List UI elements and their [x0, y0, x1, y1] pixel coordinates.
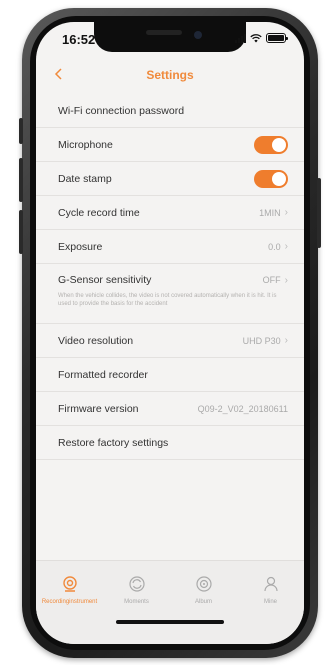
cycle-record-value-group: 1MIN › — [259, 207, 288, 218]
tab-bar: Recordinginstrument Moments Album Mine — [36, 560, 304, 644]
g-sensor-value: OFF — [262, 275, 281, 285]
camera-icon — [62, 576, 77, 592]
status-icons — [235, 33, 288, 43]
microphone-row: Microphone — [36, 128, 304, 162]
wifi-icon — [250, 34, 262, 43]
home-indicator[interactable] — [116, 620, 224, 624]
tab-recording-instrument[interactable]: Recordinginstrument — [39, 575, 101, 605]
restore-label: Restore factory settings — [58, 436, 169, 449]
tab-mine[interactable]: Mine — [240, 575, 302, 605]
volume-up-button — [19, 158, 23, 202]
tabs: Recordinginstrument Moments Album Mine — [36, 561, 304, 605]
exposure-value: 0.0 — [268, 241, 281, 252]
cycle-record-row[interactable]: Cycle record time 1MIN › — [36, 196, 304, 230]
nav-bar: Settings — [36, 62, 304, 90]
date-stamp-label: Date stamp — [58, 172, 112, 185]
firmware-label: Firmware version — [58, 402, 139, 415]
video-resolution-value-group: UHD P30 › — [243, 335, 288, 346]
g-sensor-top: G-Sensor sensitivity OFF › — [58, 274, 288, 286]
phone-screen: 16:52 Settings Wi-Fi connection password… — [36, 22, 304, 644]
wifi-password-row[interactable]: Wi-Fi connection password — [36, 94, 304, 128]
formatted-recorder-row[interactable]: Formatted recorder — [36, 358, 304, 392]
tab-label: Recordinginstrument — [41, 599, 98, 605]
g-sensor-value-group: OFF › — [263, 275, 288, 286]
restore-row[interactable]: Restore factory settings — [36, 426, 304, 460]
phone-frame: 16:52 Settings Wi-Fi connection password… — [19, 8, 321, 658]
formatted-recorder-label: Formatted recorder — [58, 368, 148, 381]
volume-down-button — [19, 210, 23, 254]
status-time: 16:52 — [62, 32, 96, 47]
chevron-right-icon: › — [284, 274, 288, 286]
exposure-value-group: 0.0 › — [268, 241, 288, 252]
firmware-row: Firmware version Q09-2_V02_20180611 — [36, 392, 304, 426]
chevron-right-icon: › — [284, 207, 288, 218]
chevron-right-icon: › — [284, 241, 288, 252]
microphone-label: Microphone — [58, 138, 113, 151]
g-sensor-label: G-Sensor sensitivity — [58, 274, 152, 286]
person-icon — [263, 576, 278, 592]
tab-moments[interactable]: Moments — [106, 575, 168, 605]
front-camera — [194, 31, 202, 39]
notch — [94, 22, 246, 52]
firmware-value: Q09-2_V02_20180611 — [197, 403, 288, 414]
tab-label: Moments — [124, 599, 149, 605]
exposure-row[interactable]: Exposure 0.0 › — [36, 230, 304, 264]
tab-album[interactable]: Album — [173, 575, 235, 605]
settings-list: Wi-Fi connection password Microphone Dat… — [36, 94, 304, 460]
chevron-right-icon: › — [284, 335, 288, 346]
toggle-knob — [272, 137, 286, 152]
g-sensor-row[interactable]: G-Sensor sensitivity OFF › When the vehi… — [36, 264, 304, 324]
video-resolution-row[interactable]: Video resolution UHD P30 › — [36, 324, 304, 358]
video-resolution-value: UHD P30 — [242, 335, 281, 346]
power-button — [317, 178, 321, 248]
exposure-label: Exposure — [58, 240, 103, 253]
g-sensor-hint: When the vehicle collides, the video is … — [58, 293, 277, 307]
wifi-password-label: Wi-Fi connection password — [58, 104, 185, 117]
mute-switch — [19, 118, 23, 144]
microphone-toggle[interactable] — [254, 135, 288, 154]
album-icon — [195, 576, 212, 592]
speaker-grille — [146, 30, 182, 35]
cycle-record-value: 1MIN — [259, 207, 281, 218]
date-stamp-toggle[interactable] — [254, 169, 288, 188]
date-stamp-row: Date stamp — [36, 162, 304, 196]
page-title: Settings — [146, 68, 194, 82]
sync-icon — [128, 576, 145, 592]
tab-label: Mine — [263, 599, 277, 605]
battery-icon — [266, 33, 288, 43]
tab-label: Album — [194, 599, 212, 605]
toggle-knob — [272, 171, 286, 186]
video-resolution-label: Video resolution — [58, 334, 134, 347]
signal-icon — [235, 33, 246, 43]
cycle-record-label: Cycle record time — [58, 206, 140, 219]
